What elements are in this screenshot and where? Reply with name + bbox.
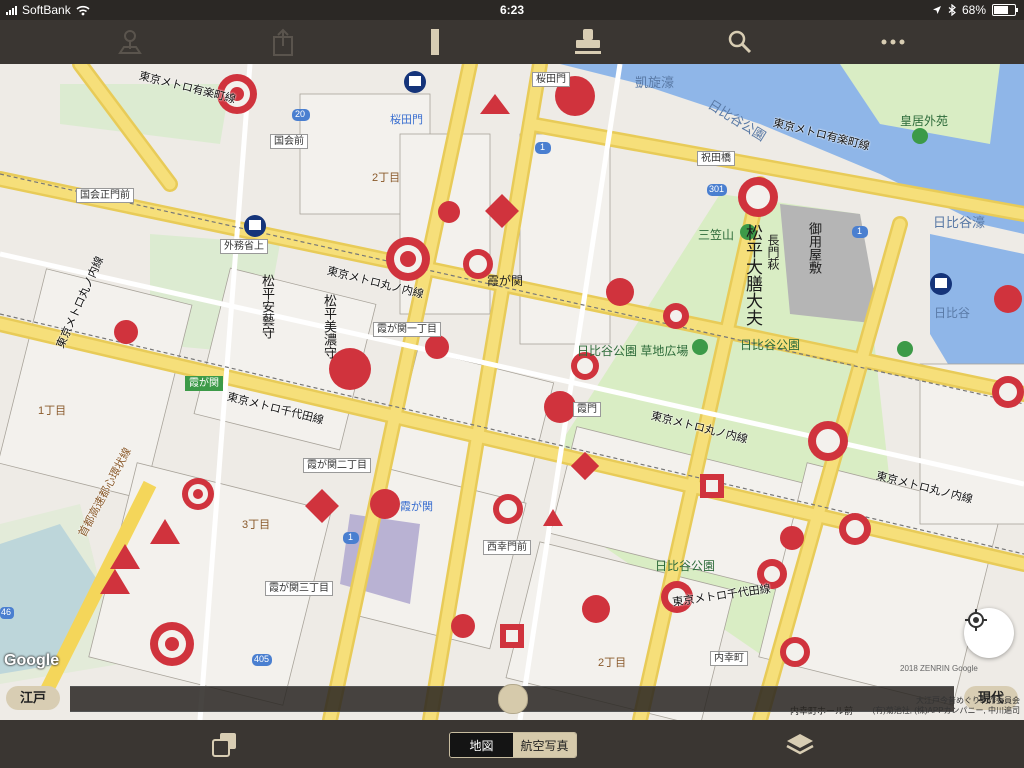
more-icon[interactable] <box>875 24 911 60</box>
bluetooth-icon <box>948 4 956 16</box>
landmark-kokkaimae: 国会前 <box>270 134 308 149</box>
clock: 6:23 <box>499 3 525 17</box>
map-badge: 2018 ZENRIN Google <box>900 664 978 673</box>
water-label: 凱旋濠 <box>635 75 675 90</box>
park-label: 日比谷公園 <box>655 559 716 573</box>
map-type-segmented-control[interactable]: 地図 航空写真 <box>449 732 577 758</box>
landmark-kokkai-seimon: 国会正門前 <box>76 188 134 203</box>
route-number: 301 <box>709 184 725 194</box>
credits: 大江戸今昔めぐり制作委員会 (有)菊池社, (株)APPカンパニー, 中川遍司 <box>872 696 1020 716</box>
my-location-button[interactable] <box>964 608 1014 658</box>
area-label: 3丁目 <box>242 519 271 531</box>
park-label: 皇居外苑 <box>900 114 949 128</box>
person-pin-icon[interactable] <box>112 24 148 60</box>
route-number: 46 <box>1 607 12 617</box>
edo-label-button[interactable]: 江戸 <box>6 686 61 710</box>
credit-line: 大江戸今昔めぐり制作委員会 <box>916 696 1020 705</box>
landmark-sakuradamon: 桜田門 <box>532 72 570 87</box>
landmark-kasumimon: 霞門 <box>573 402 601 417</box>
map-view[interactable]: 20 1 301 1 405 1 46 2丁目 1丁目 3丁目 2丁目 桜田門 … <box>0 64 1024 720</box>
segment-aerial[interactable]: 航空写真 <box>513 733 576 757</box>
layers-icon[interactable] <box>785 731 815 764</box>
search-icon[interactable] <box>722 24 758 60</box>
route-number: 20 <box>295 109 306 119</box>
landmark-nishisaiwaimon: 西幸門前 <box>483 540 531 555</box>
route-number: 405 <box>254 654 270 664</box>
edo-label: 長門萩 <box>766 234 780 270</box>
crosshair-icon <box>965 609 987 631</box>
route-number: 1 <box>348 532 354 542</box>
landmark-uchisaiwaicho: 内幸町 <box>710 651 748 666</box>
route-number: 1 <box>540 142 546 152</box>
landmark-kasumigaseki-1: 霞が関一丁目 <box>373 322 441 337</box>
park-label: 日比谷公園 <box>740 338 801 352</box>
station-kasumigaseki: 霞が関 <box>185 376 223 391</box>
stamp-icon[interactable] <box>570 24 606 60</box>
era-slider[interactable]: 江戸 現代 <box>0 676 1024 716</box>
battery-percent: 68% <box>961 3 986 17</box>
edo-label: 松平美濃守 <box>322 294 337 359</box>
landmark-kasumigaseki-3: 霞が関三丁目 <box>265 581 333 596</box>
battery-icon <box>992 4 1018 16</box>
place-kasumigaseki: 霞が関 <box>487 274 524 288</box>
map-canvas <box>0 64 1024 720</box>
area-label: 2丁目 <box>598 657 627 669</box>
google-logo: Google <box>4 652 60 669</box>
copy-layers-icon[interactable] <box>210 730 240 765</box>
brush-icon[interactable] <box>417 24 453 60</box>
location-arrow-icon <box>932 6 941 14</box>
segment-map[interactable]: 地図 <box>450 733 513 757</box>
park-label: 日比谷公園 草地広場 <box>577 344 689 358</box>
bottom-bar: 地図 航空写真 <box>0 720 1024 768</box>
edo-label: 松平大膳大夫 <box>743 224 762 326</box>
area-label: 2丁目 <box>372 172 401 184</box>
credit-line: (有)菊池社, (株)APPカンパニー, 中川遍司 <box>872 706 1020 715</box>
station-label-kasumigaseki: 霞が関 <box>400 501 433 513</box>
share-icon[interactable] <box>265 24 301 60</box>
park-label: 三笠山 <box>698 228 735 242</box>
landmark-gaimusho: 外務省上 <box>220 239 268 254</box>
area-label: 1丁目 <box>38 405 67 417</box>
landmark-iwaidabashi: 祝田橋 <box>697 151 735 166</box>
slider-thumb[interactable] <box>498 684 528 714</box>
edo-label: 松平安藝守 <box>260 274 275 339</box>
water-label: 日比谷濠 <box>933 215 986 230</box>
top-toolbar <box>0 20 1024 64</box>
edo-label: 御用屋敷 <box>807 222 822 274</box>
station-label-hibiya: 日比谷 <box>934 306 971 320</box>
route-number: 1 <box>857 226 863 236</box>
station-label-sakuradamon: 桜田門 <box>390 114 423 126</box>
landmark-kasumigaseki-2: 霞が関二丁目 <box>303 458 371 473</box>
status-bar: SoftBank 6:23 68% <box>0 0 1024 20</box>
